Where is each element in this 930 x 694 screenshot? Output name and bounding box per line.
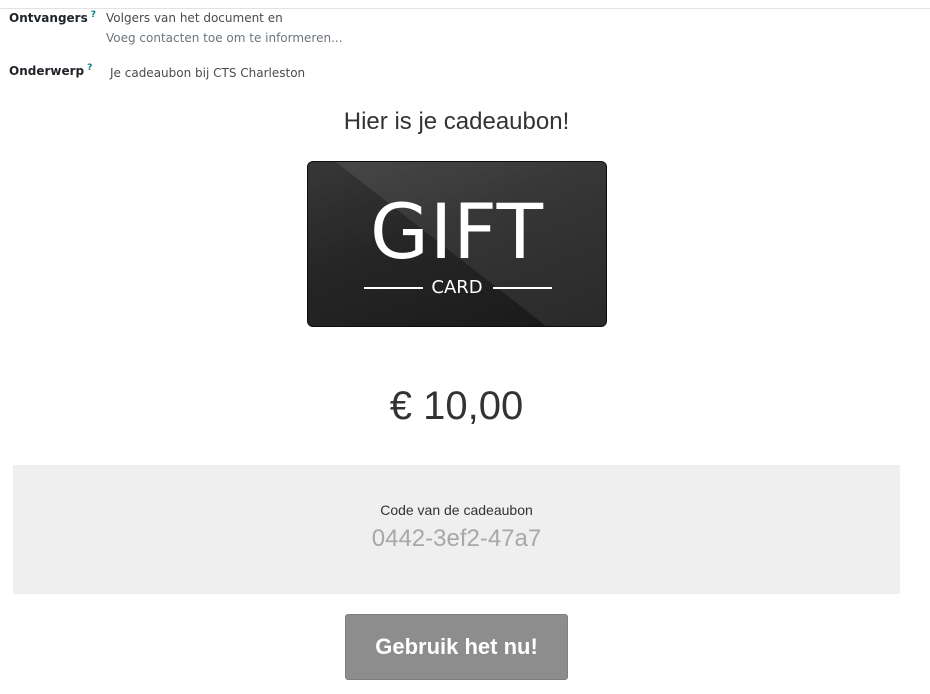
code-label: Code van de cadeaubon — [380, 502, 533, 518]
recipients-help-icon[interactable]: ? — [91, 10, 96, 20]
top-divider — [0, 8, 930, 9]
code-value: 0442-3ef2-47a7 — [371, 525, 542, 552]
recipients-input[interactable]: Voeg contacten toe om te informeren... — [106, 31, 343, 45]
recipients-label: Ontvangers? — [9, 10, 96, 25]
subject-help-icon[interactable]: ? — [87, 63, 92, 73]
subject-input[interactable]: Je cadeaubon bij CTS Charleston — [110, 66, 305, 80]
use-now-button[interactable]: Gebruik het nu! — [345, 614, 568, 680]
subject-label: Onderwerp? — [9, 63, 92, 78]
gift-card-subword: CARD — [431, 277, 483, 298]
recipients-followers-text: Volgers van het document en — [106, 11, 283, 25]
email-heading: Hier is je cadeaubon! — [343, 108, 570, 135]
gift-card-amount: € 10,00 — [389, 384, 524, 428]
subject-label-text: Onderwerp — [9, 64, 85, 78]
code-box: Code van de cadeaubon 0442-3ef2-47a7 — [13, 465, 900, 594]
gift-card-image: GIFT CARD — [307, 161, 607, 327]
gift-card-word: GIFT — [369, 187, 545, 276]
recipients-label-text: Ontvangers — [9, 11, 88, 25]
